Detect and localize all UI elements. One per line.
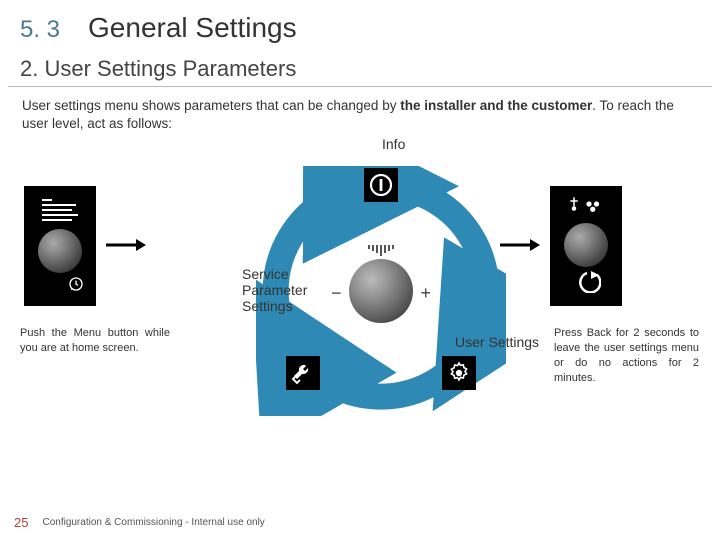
scale-ticks-icon (335, 245, 427, 256)
minus-sign: − (331, 283, 342, 304)
label-info: Info (382, 136, 405, 152)
home-screen-panel (24, 186, 96, 306)
clock-icon (36, 275, 84, 293)
section-title: General Settings (88, 12, 297, 44)
knob-icon (349, 259, 413, 323)
footer: 25 Configuration & Commissioning - Inter… (14, 515, 265, 530)
intro-text: User settings menu shows parameters that… (0, 87, 720, 136)
info-node-icon (364, 168, 398, 202)
back-screen-panel (550, 186, 622, 306)
label-user: User Settings (455, 334, 539, 350)
section-number: 5. 3 (20, 16, 60, 44)
label-service-l2: Parameter (242, 282, 307, 298)
dial-icon (38, 229, 82, 273)
user-settings-node-icon (442, 356, 476, 390)
list-lines-icon (36, 199, 84, 227)
page-number: 25 (14, 515, 28, 530)
arrow-right-icon (106, 238, 146, 252)
caption-left: Push the Menu button while you are at ho… (20, 326, 170, 356)
label-service-l1: Service (242, 266, 307, 282)
footer-text: Configuration & Commissioning - Internal… (42, 517, 264, 528)
arrow-right-icon (500, 238, 540, 252)
service-node-icon (286, 356, 320, 390)
intro-pre: User settings menu shows parameters that… (22, 98, 396, 113)
diagram-area: Info Push the Menu button while you are … (20, 136, 700, 456)
intro-bold: the installer and the customer (400, 98, 592, 113)
label-service-l3: Settings (242, 298, 307, 314)
dial-icon (564, 223, 608, 267)
caption-right: Press Back for 2 seconds to leave the us… (554, 326, 699, 385)
plus-sign: + (420, 283, 431, 304)
sub-header: 2. User Settings Parameters (8, 50, 712, 87)
center-dial: − + (335, 245, 427, 337)
label-service: Service Parameter Settings (242, 266, 307, 314)
temperature-icon (568, 194, 604, 219)
back-arrow-icon (571, 271, 601, 298)
